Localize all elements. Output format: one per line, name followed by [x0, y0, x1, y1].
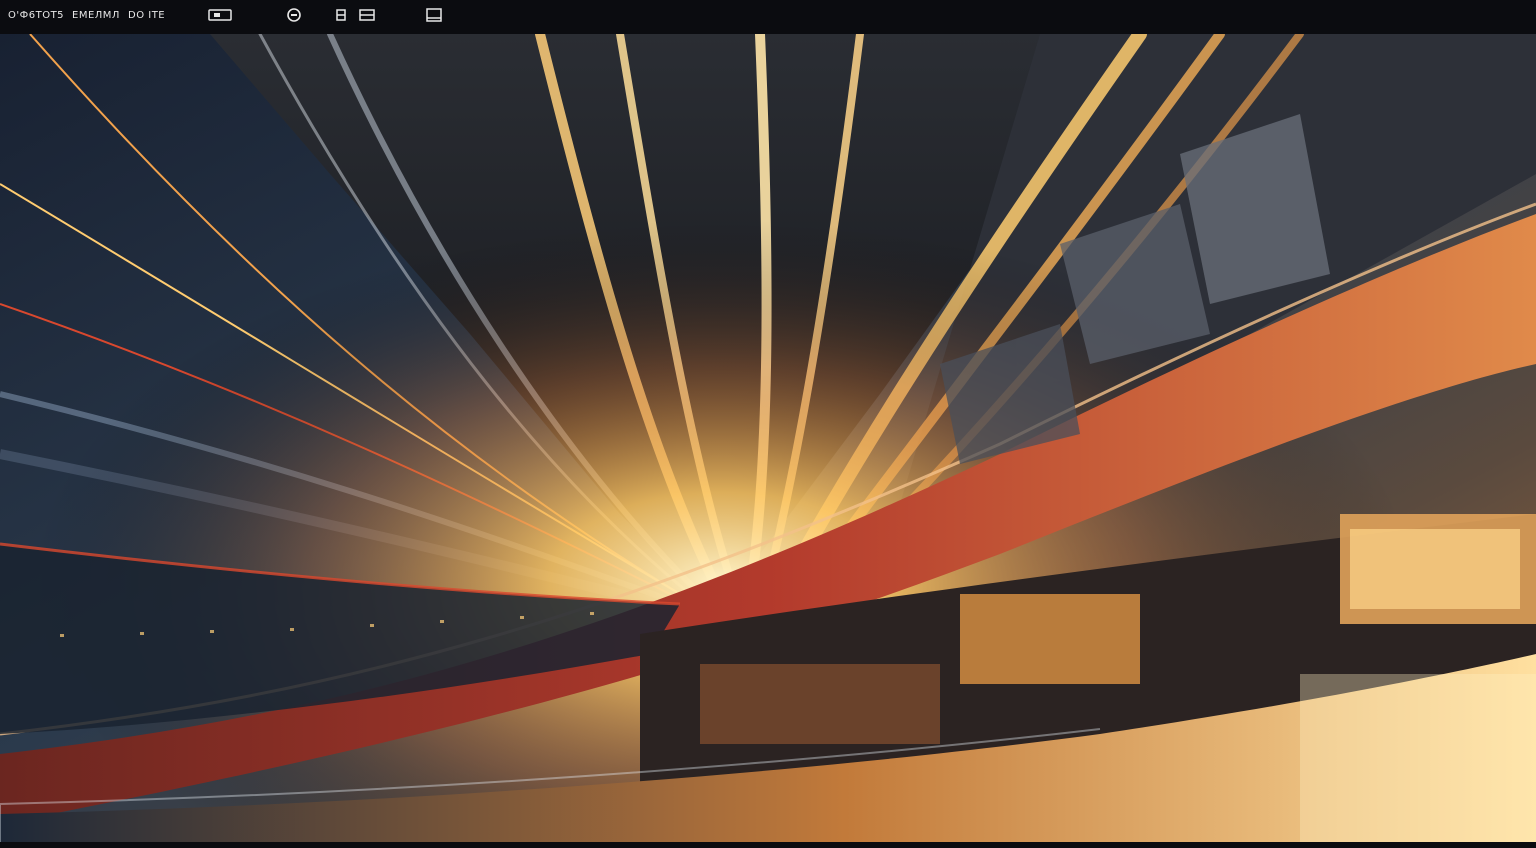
- bottom-strip: [0, 842, 1536, 848]
- square-icon[interactable]: [426, 8, 444, 22]
- top-toolbar: O'Ф6TOT5 ЕМЕЛМЛ DO ITE: [0, 0, 1536, 34]
- circle-icon[interactable]: [286, 8, 302, 22]
- futuristic-architecture-image: [0, 34, 1536, 842]
- toolbar-label-3: DO ITE: [128, 10, 166, 21]
- toolbar-label-1: O'Ф6TOT5: [8, 10, 65, 21]
- toolbar-label-2: ЕМЕЛМЛ: [72, 10, 120, 21]
- window-icon[interactable]: [208, 8, 232, 22]
- grid-icon[interactable]: [336, 8, 376, 22]
